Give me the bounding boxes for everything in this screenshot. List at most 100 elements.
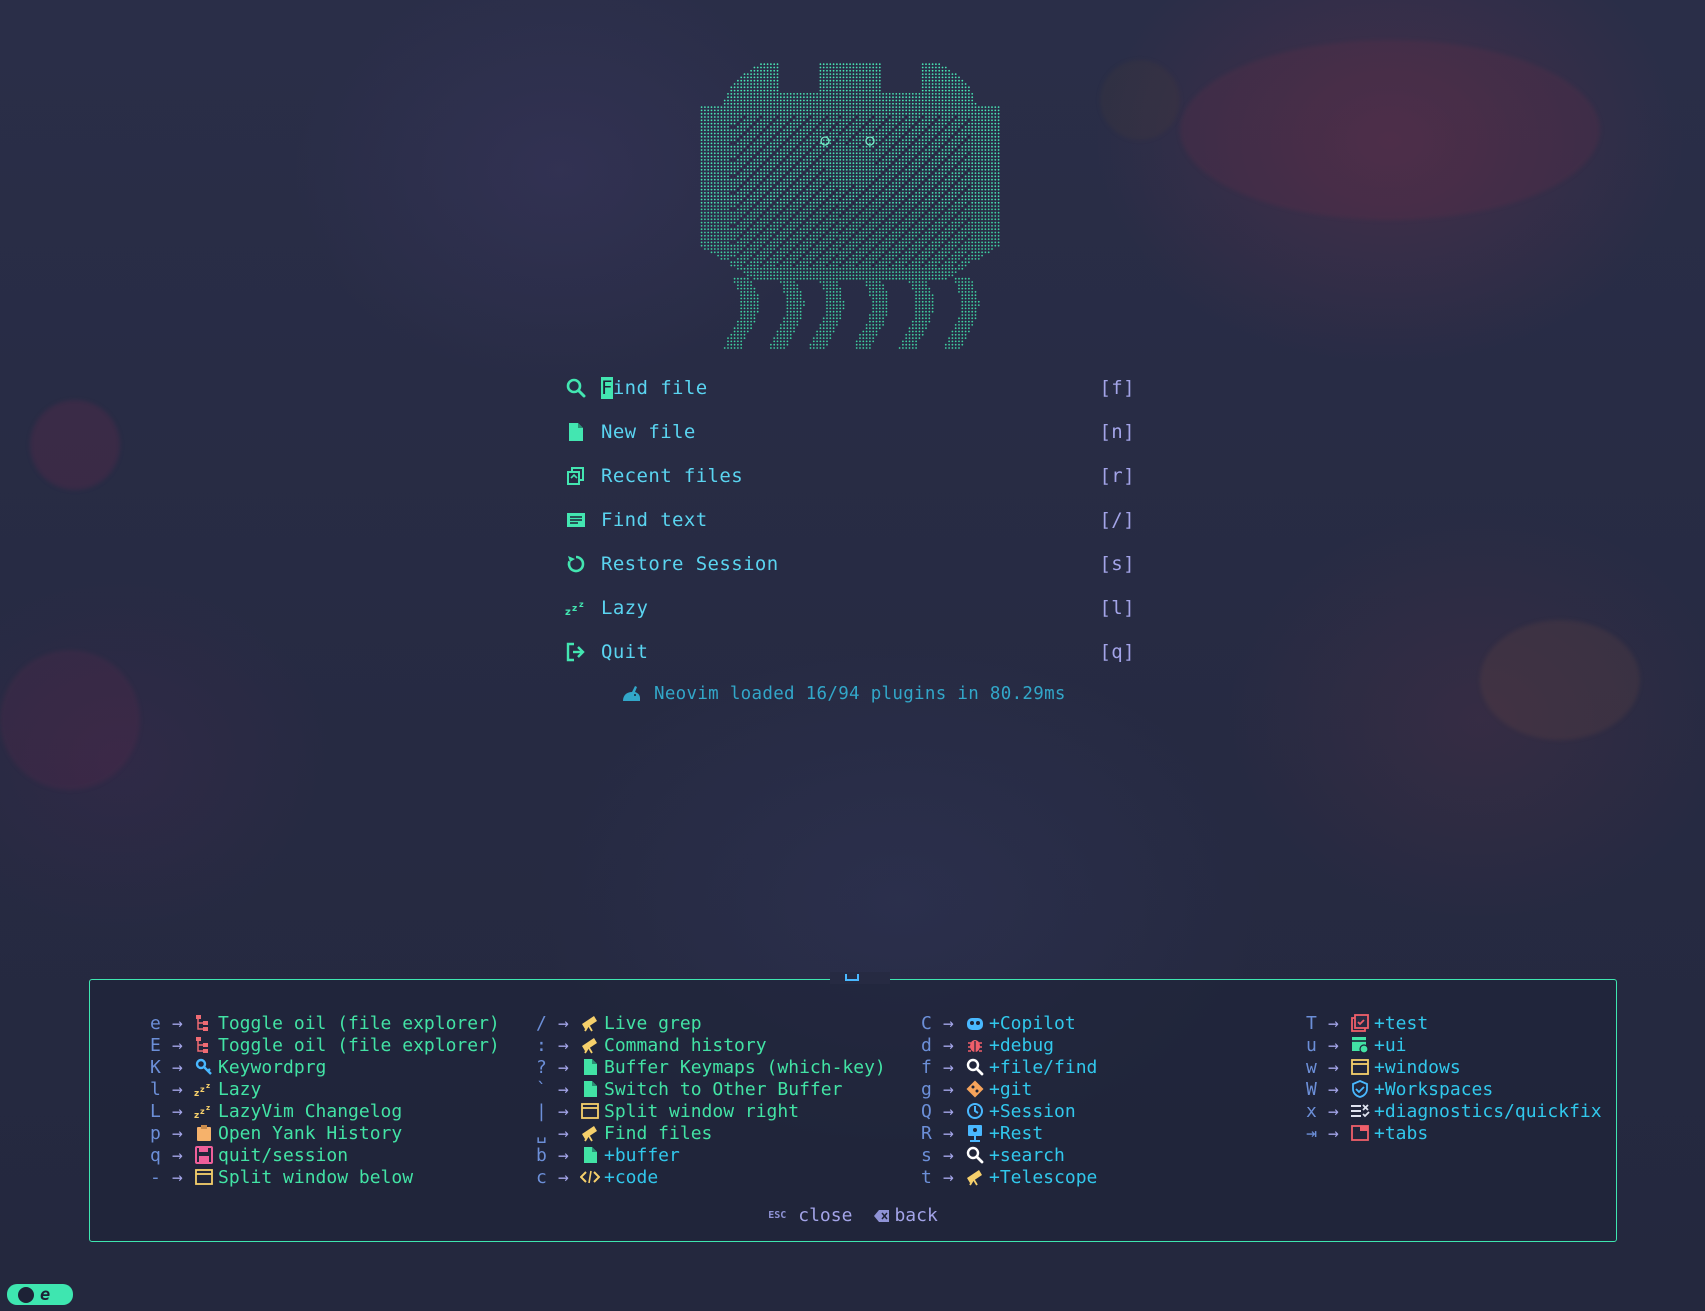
logo-dot <box>812 225 815 227</box>
logo-dot <box>895 165 898 168</box>
logo-dot <box>971 112 974 115</box>
logo-dot <box>829 304 832 306</box>
logo-dot <box>845 198 848 201</box>
logo-dot <box>760 122 762 125</box>
logo-dot <box>974 168 977 171</box>
logo-dot <box>740 291 743 293</box>
logo-dot <box>822 73 825 75</box>
logo-dot <box>951 159 954 161</box>
logo-dot <box>911 195 914 198</box>
logo-dot <box>984 221 987 224</box>
logo-dot <box>750 109 752 112</box>
logo-dot <box>911 168 914 171</box>
logo-dot <box>832 89 835 92</box>
logo-dot <box>746 201 749 204</box>
logo-dot <box>845 122 848 125</box>
logo-dot <box>786 112 789 115</box>
logo-dot <box>944 116 947 118</box>
logo-dot <box>855 234 858 237</box>
logo-dot <box>862 172 865 174</box>
logo-dot <box>852 63 855 66</box>
logo-dot <box>842 106 845 108</box>
logo-dot <box>898 165 901 168</box>
logo-dot <box>786 132 789 135</box>
logo-dot <box>763 139 766 141</box>
logo-dot <box>928 69 931 72</box>
logo-dot <box>832 106 835 108</box>
logo-dot <box>878 244 881 247</box>
logo-dot <box>915 281 917 283</box>
logo-dot <box>710 162 713 165</box>
logo-dot <box>892 208 894 211</box>
logo-dot <box>938 139 941 141</box>
logo-dot <box>997 112 1000 115</box>
logo-dot <box>855 211 858 214</box>
logo-dot <box>888 159 891 161</box>
logo-dot <box>829 89 832 92</box>
logo-dot <box>746 241 749 244</box>
logo-dot <box>991 182 993 184</box>
logo-dot <box>931 208 934 211</box>
logo-dot <box>997 201 1000 204</box>
logo-dot <box>849 271 851 273</box>
logo-dot <box>977 135 980 138</box>
logo-dot <box>799 188 802 191</box>
logo-dot <box>832 63 835 66</box>
logo-dot <box>849 251 851 254</box>
logo-dot <box>717 185 719 188</box>
logo-dot <box>987 139 990 141</box>
logo-dot <box>826 102 828 105</box>
logo-dot <box>878 218 881 221</box>
logo-dot <box>763 234 766 237</box>
logo-dot <box>720 218 723 221</box>
logo-dot <box>888 135 891 138</box>
logo-dot <box>915 185 917 188</box>
logo-dot <box>938 251 941 254</box>
logo-dot <box>902 155 904 158</box>
logo-dot <box>902 208 904 211</box>
logo-dot <box>859 112 861 115</box>
logo-dot <box>707 132 710 135</box>
logo-dot <box>773 205 776 208</box>
logo-dot <box>710 208 713 211</box>
logo-dot <box>720 201 723 204</box>
logo-dot <box>737 277 739 280</box>
logo-dot <box>766 261 769 264</box>
logo-dot <box>869 145 871 148</box>
logo-dot <box>783 135 785 138</box>
logo-dot <box>951 73 954 75</box>
logo-dot <box>723 231 726 234</box>
logo-dot <box>964 215 967 217</box>
logo-dot <box>819 132 822 135</box>
logo-dot <box>902 211 904 214</box>
logo-dot <box>803 271 805 273</box>
logo-dot <box>944 231 947 234</box>
logo-dot <box>905 106 908 108</box>
logo-dot <box>925 274 927 277</box>
logo-dot <box>704 201 706 204</box>
logo-dot <box>948 215 950 217</box>
logo-dot <box>756 73 759 75</box>
logo-dot <box>971 106 974 108</box>
logo-dot <box>964 225 967 227</box>
logo-dot <box>892 116 894 118</box>
logo-dot <box>869 109 871 112</box>
logo-dot <box>869 116 871 118</box>
logo-dot <box>905 221 908 224</box>
logo-dot <box>981 225 983 227</box>
logo-dot <box>836 175 838 178</box>
logo-dot <box>921 287 924 290</box>
logo-dot <box>829 96 832 99</box>
logo-dot <box>878 129 881 132</box>
logo-dot <box>720 119 723 122</box>
logo-dot <box>928 271 931 273</box>
logo-dot <box>905 201 908 204</box>
logo-dot <box>852 244 855 247</box>
logo-dot <box>803 251 805 254</box>
logo-dot <box>829 271 832 273</box>
logo-dot <box>816 274 818 277</box>
logo-dot <box>826 63 828 66</box>
logo-dot <box>763 198 766 201</box>
logo-dot <box>981 135 983 138</box>
logo-dot <box>948 142 950 145</box>
